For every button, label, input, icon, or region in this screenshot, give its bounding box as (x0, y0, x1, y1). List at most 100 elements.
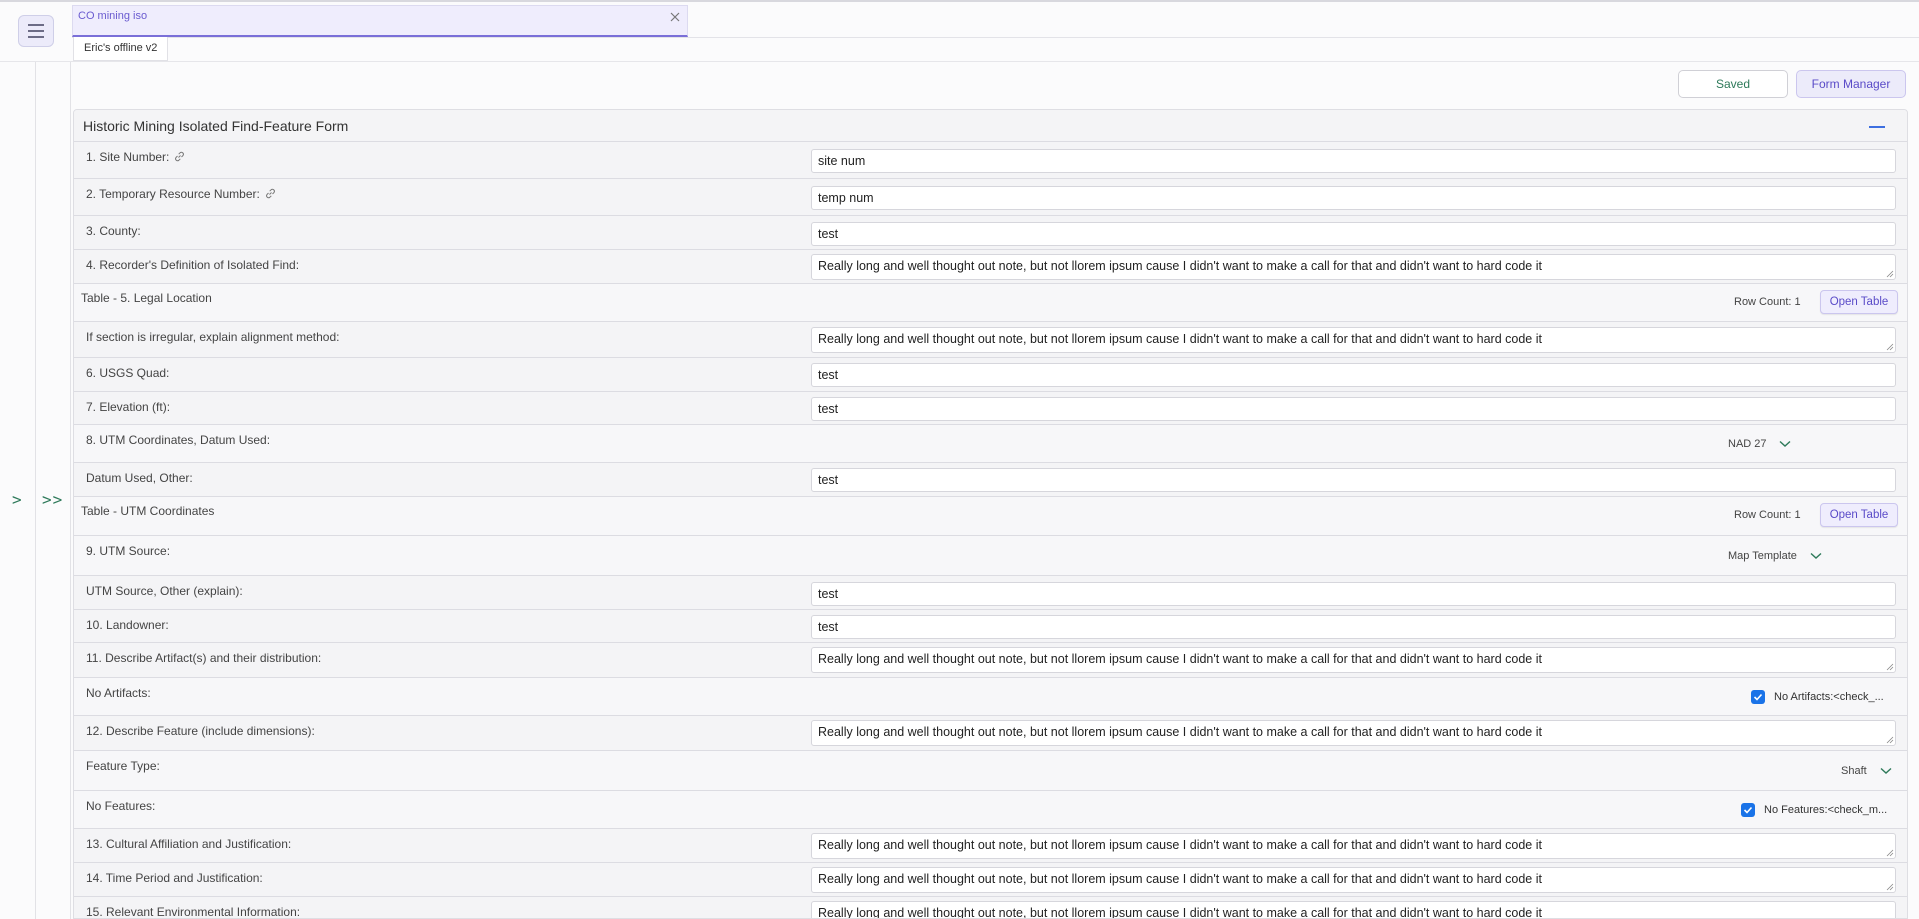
resize-handle-icon[interactable] (1886, 883, 1894, 891)
form-row: 10. Landowner: test (74, 610, 1907, 643)
form-row: 11. Describe Artifact(s) and their distr… (74, 643, 1907, 678)
form-row: If section is irregular, explain alignme… (74, 322, 1907, 358)
recorder-definition-textarea[interactable]: Really long and well thought out note, b… (811, 254, 1896, 280)
field-label: If section is irregular, explain alignme… (86, 330, 340, 344)
form-row: 9. UTM Source: Map Template (74, 536, 1907, 576)
row-count: Row Count: 1 (1734, 509, 1801, 521)
expand-arrow[interactable]: > (12, 490, 22, 509)
textarea-value: Really long and well thought out note, b… (818, 872, 1542, 886)
form-row: 3. County: test (74, 216, 1907, 250)
field-label: 6. USGS Quad: (86, 366, 170, 380)
form-row: Datum Used, Other: test (74, 463, 1907, 497)
no-features-checkbox[interactable]: No Features:<check_m... (1741, 803, 1887, 817)
rail-divider (35, 62, 36, 919)
close-icon[interactable] (669, 11, 681, 23)
datum-other-input[interactable]: test (811, 468, 1896, 492)
textarea-value: Really long and well thought out note, b… (818, 332, 1542, 346)
resize-handle-icon[interactable] (1886, 343, 1894, 351)
check-icon (1753, 693, 1763, 701)
field-label: 10. Landowner: (86, 618, 169, 632)
link-icon[interactable] (173, 150, 186, 163)
form-row: 14. Time Period and Justification: Reall… (74, 863, 1907, 897)
environmental-info-textarea[interactable]: Really long and well thought out note, b… (811, 901, 1896, 919)
subtab-erics-offline-v2[interactable]: Eric's offline v2 (73, 37, 169, 61)
county-input[interactable]: test (811, 222, 1896, 246)
form-row: UTM Source, Other (explain): test (74, 576, 1907, 610)
cultural-affiliation-textarea[interactable]: Really long and well thought out note, b… (811, 833, 1896, 859)
no-artifacts-checkbox[interactable]: No Artifacts:<check_... (1751, 690, 1884, 704)
field-label: UTM Source, Other (explain): (86, 584, 243, 598)
tab-label: CO mining iso (78, 10, 148, 22)
form-row: 12. Describe Feature (include dimensions… (74, 716, 1907, 751)
field-label: 15. Relevant Environmental Information: (86, 905, 301, 919)
resize-handle-icon[interactable] (1886, 736, 1894, 744)
field-label: Feature Type: (86, 759, 160, 773)
textarea-value: Really long and well thought out note, b… (818, 725, 1542, 739)
form-row: 6. USGS Quad: test (74, 358, 1907, 392)
form-row: 7. Elevation (ft): test (74, 392, 1907, 425)
rail-divider (70, 62, 71, 919)
table-label: Table - UTM Coordinates (81, 504, 215, 518)
resize-handle-icon[interactable] (1886, 849, 1894, 857)
field-label: 13. Cultural Affiliation and Justificati… (86, 837, 292, 851)
temp-resource-number-input[interactable]: temp num (811, 186, 1896, 210)
hamburger-menu-button[interactable] (18, 15, 54, 47)
menu-icon-bar (28, 24, 44, 26)
open-table-button[interactable]: Open Table (1820, 290, 1898, 314)
textarea-value: Really long and well thought out note, b… (818, 652, 1542, 666)
header-divider (0, 61, 1919, 62)
checkbox-label: No Features:<check_m... (1764, 804, 1888, 816)
form-row: 2. Temporary Resource Number: temp num (74, 179, 1907, 216)
form-row: No Features: No Features:<check_m... (74, 791, 1907, 829)
resize-handle-icon[interactable] (1886, 270, 1894, 278)
open-table-button[interactable]: Open Table (1820, 503, 1898, 527)
datum-select[interactable]: NAD 27 (1728, 438, 1767, 450)
artifacts-description-textarea[interactable]: Really long and well thought out note, b… (811, 647, 1896, 673)
chevron-down-icon[interactable] (1779, 440, 1791, 448)
field-label: No Features: (86, 799, 156, 813)
saved-button[interactable]: Saved (1678, 70, 1788, 98)
field-label: Datum Used, Other: (86, 471, 193, 485)
form-row: 15. Relevant Environmental Information: … (74, 897, 1907, 919)
form-row: 8. UTM Coordinates, Datum Used: NAD 27 (74, 425, 1907, 463)
chevron-down-icon[interactable] (1810, 552, 1822, 560)
resize-handle-icon[interactable] (1886, 663, 1894, 671)
field-label: 14. Time Period and Justification: (86, 871, 263, 885)
menu-icon-bar (28, 36, 44, 38)
checkbox-checked[interactable] (1741, 803, 1755, 817)
textarea-value: Really long and well thought out note, b… (818, 259, 1542, 273)
field-label: 7. Elevation (ft): (86, 400, 171, 414)
utm-source-select[interactable]: Map Template (1728, 550, 1797, 562)
feature-type-select[interactable]: Shaft (1841, 765, 1867, 777)
field-label: 9. UTM Source: (86, 544, 171, 558)
menu-icon-bar (28, 30, 44, 32)
time-period-textarea[interactable]: Really long and well thought out note, b… (811, 867, 1896, 893)
landowner-input[interactable]: test (811, 615, 1896, 639)
link-icon[interactable] (264, 187, 277, 200)
row-count: Row Count: 1 (1734, 296, 1801, 308)
alignment-method-textarea[interactable]: Really long and well thought out note, b… (811, 327, 1896, 353)
form-row: 13. Cultural Affiliation and Justificati… (74, 829, 1907, 863)
tab-co-mining-iso[interactable]: CO mining iso (72, 5, 688, 37)
form-row: 4. Recorder's Definition of Isolated Fin… (74, 250, 1907, 284)
checkbox-checked[interactable] (1751, 690, 1765, 704)
site-number-input[interactable]: site num (811, 149, 1896, 173)
field-label: No Artifacts: (86, 686, 151, 700)
textarea-value: Really long and well thought out note, b… (818, 838, 1542, 852)
collapse-icon[interactable] (1869, 126, 1885, 128)
tab-strip-divider (72, 37, 1919, 38)
field-label: 4. Recorder's Definition of Isolated Fin… (86, 258, 300, 272)
utm-source-other-input[interactable]: test (811, 582, 1896, 606)
usgs-quad-input[interactable]: test (811, 363, 1896, 387)
table-label: Table - 5. Legal Location (81, 291, 212, 305)
feature-description-textarea[interactable]: Really long and well thought out note, b… (811, 720, 1896, 746)
textarea-value: Really long and well thought out note, b… (818, 906, 1542, 919)
checkbox-label: No Artifacts:<check_... (1774, 691, 1884, 703)
chevron-down-icon[interactable] (1880, 767, 1892, 775)
form-title: Historic Mining Isolated Find-Feature Fo… (83, 118, 349, 134)
field-label: 11. Describe Artifact(s) and their distr… (86, 651, 322, 665)
elevation-input[interactable]: test (811, 397, 1896, 421)
expand-all-arrow[interactable]: >> (42, 490, 63, 509)
form-row: 1. Site Number: site num (74, 142, 1907, 179)
form-manager-button[interactable]: Form Manager (1796, 70, 1906, 98)
